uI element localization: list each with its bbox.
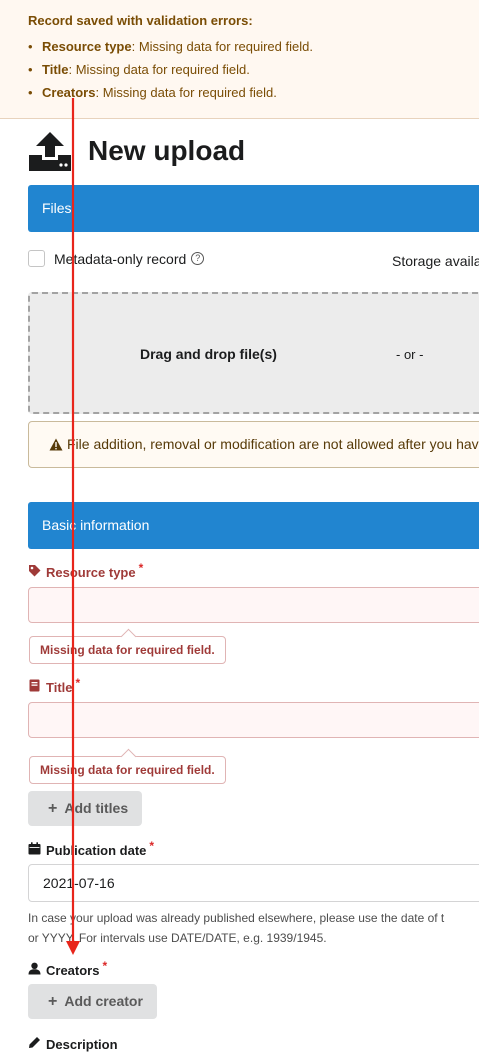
page-header: New upload [28, 128, 245, 174]
calendar-icon [28, 842, 46, 858]
drag-drop-label: Drag and drop file(s) [140, 346, 277, 362]
banner-error-item: • Title: Missing data for required field. [28, 62, 250, 77]
metadata-only-checkbox[interactable] [28, 250, 45, 267]
required-asterisk: * [102, 959, 108, 973]
title-error: Missing data for required field. [29, 756, 226, 784]
required-asterisk: * [75, 676, 81, 690]
publication-date-help: In case your upload was already publishe… [28, 911, 445, 945]
page-title: New upload [88, 135, 246, 166]
resource-type-label: Resource type * [28, 561, 144, 580]
help-icon[interactable]: ? [191, 252, 205, 265]
banner-error-item: • Resource type: Missing data for require… [28, 39, 313, 54]
basic-info-section-header[interactable]: Basic information [28, 502, 479, 549]
banner-title: Record saved with validation errors: [28, 13, 253, 28]
creators-label: Creators * [28, 959, 108, 978]
banner-error-list: • Resource type: Missing data for require… [28, 39, 313, 108]
storage-available-text: Storage availa [392, 253, 479, 269]
error-field-name[interactable]: Title [42, 62, 69, 77]
or-separator: - or - [396, 347, 424, 362]
warning-icon [49, 436, 67, 452]
banner-error-item: • Creators: Missing data for required fie… [28, 85, 277, 100]
plus-icon: + [48, 993, 58, 1010]
files-section-header[interactable]: Files [28, 185, 479, 232]
publication-date-label: Publication date * [28, 839, 155, 858]
resource-type-error: Missing data for required field. [29, 636, 226, 664]
pencil-icon [28, 1036, 46, 1052]
tag-icon [28, 564, 46, 580]
book-icon [28, 679, 46, 695]
upload-icon [28, 130, 72, 172]
add-titles-button[interactable]: + Add titles [28, 791, 143, 826]
plus-icon: + [48, 800, 58, 817]
title-label: Title * [28, 676, 81, 695]
resource-type-dropdown[interactable] [28, 587, 479, 623]
warning-text: File addition, removal or modification a… [67, 436, 479, 452]
file-modification-warning: File addition, removal or modification a… [28, 421, 479, 468]
error-field-name[interactable]: Creators [42, 85, 95, 100]
description-label: Description [28, 1036, 118, 1052]
user-icon [28, 962, 46, 978]
required-asterisk: * [149, 839, 155, 853]
error-field-name[interactable]: Resource type [42, 39, 132, 54]
file-dropzone[interactable]: Drag and drop file(s) - or - [28, 292, 479, 414]
add-creator-button[interactable]: + Add creator [28, 984, 157, 1019]
metadata-only-label[interactable]: Metadata-only record [54, 251, 186, 267]
required-asterisk: * [138, 561, 144, 575]
metadata-only-row: Metadata-only record ? [28, 250, 205, 267]
validation-error-banner: Record saved with validation errors: • Re… [0, 0, 479, 119]
publication-date-input[interactable]: 2021-07-16 [28, 864, 479, 902]
title-input[interactable] [28, 702, 479, 738]
